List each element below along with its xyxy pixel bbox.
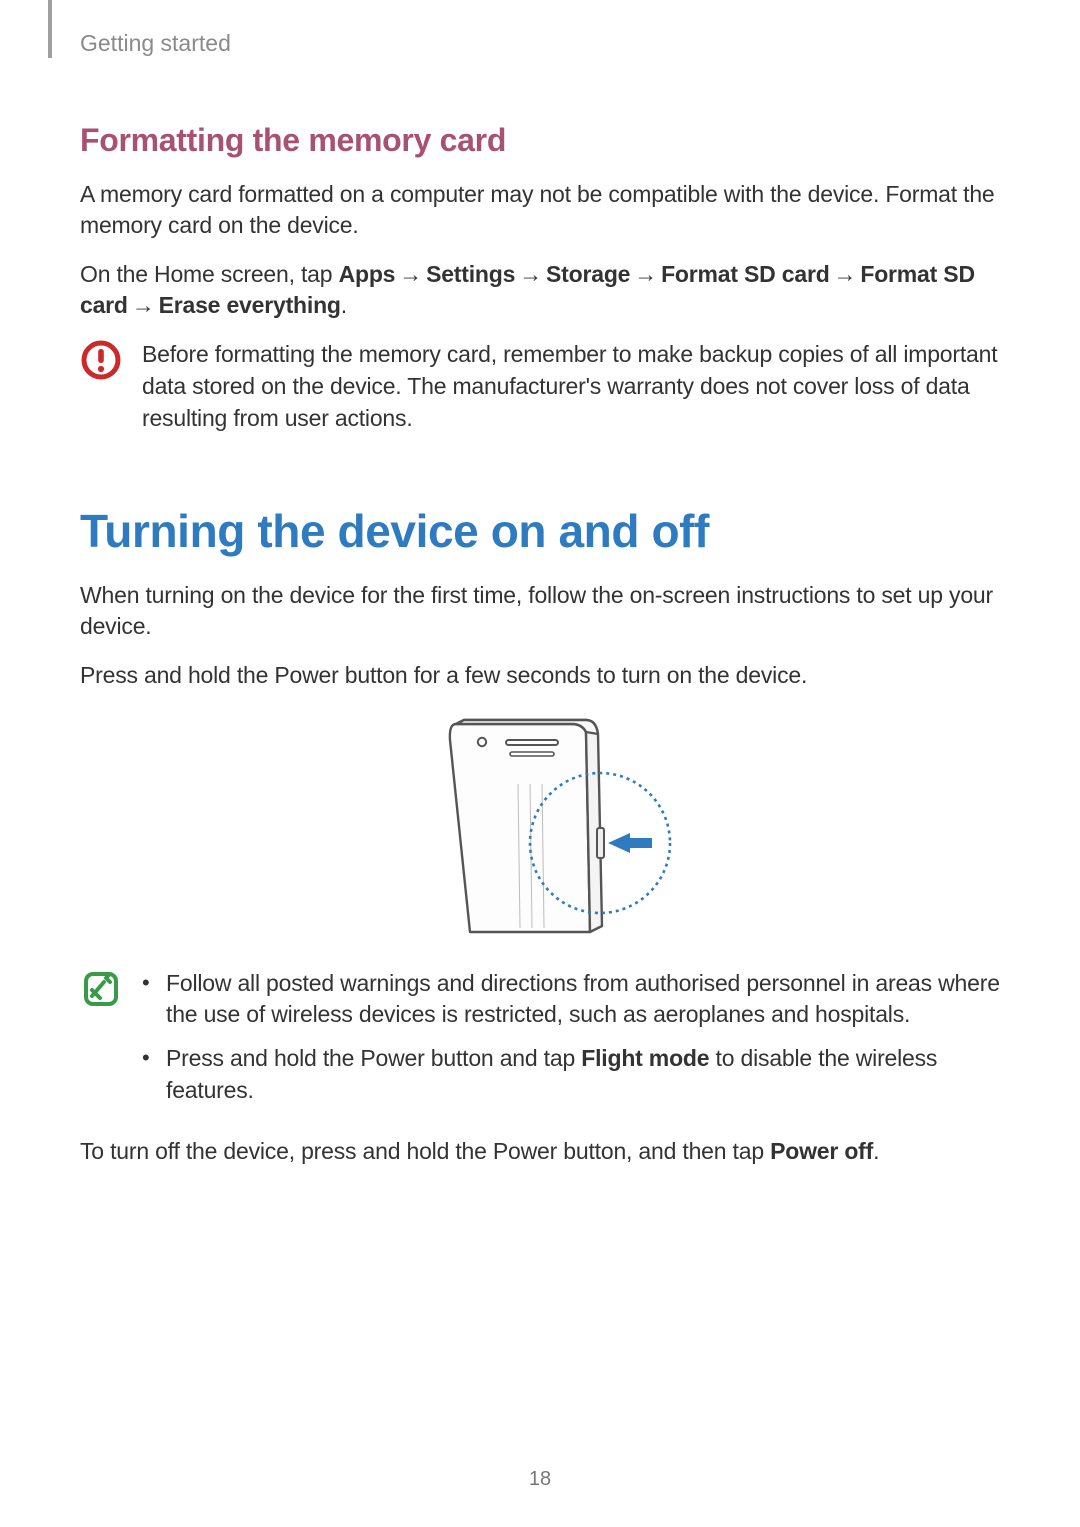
section-breadcrumb: Getting started bbox=[80, 30, 231, 57]
header-accent-bar bbox=[48, 0, 52, 58]
arrow-icon: → bbox=[515, 259, 546, 290]
page-number: 18 bbox=[0, 1468, 1080, 1491]
paragraph: A memory card formatted on a computer ma… bbox=[80, 179, 1000, 241]
ui-label: Flight mode bbox=[581, 1045, 709, 1071]
paragraph: To turn off the device, press and hold t… bbox=[80, 1136, 1000, 1167]
arrow-icon: → bbox=[128, 290, 159, 321]
ui-label: Power off bbox=[770, 1138, 873, 1164]
text: To turn off the device, press and hold t… bbox=[80, 1138, 770, 1164]
caution-icon bbox=[80, 339, 122, 434]
path-step: Apps bbox=[339, 261, 396, 287]
text: Press and hold the Power button and tap bbox=[166, 1045, 581, 1071]
instruction-path: On the Home screen, tap Apps→Settings→St… bbox=[80, 259, 1000, 321]
subsection-heading: Formatting the memory card bbox=[80, 122, 1000, 159]
text: . bbox=[341, 292, 347, 318]
arrow-icon: → bbox=[395, 259, 426, 290]
note-callout: Follow all posted warnings and direction… bbox=[80, 968, 1000, 1119]
note-item: Press and hold the Power button and tap … bbox=[142, 1043, 1000, 1106]
arrow-icon: → bbox=[830, 259, 861, 290]
note-icon bbox=[80, 968, 122, 1119]
arrow-icon: → bbox=[630, 259, 661, 290]
path-step: Storage bbox=[546, 261, 630, 287]
path-step: Format SD card bbox=[661, 261, 829, 287]
path-step: Settings bbox=[426, 261, 515, 287]
paragraph: Press and hold the Power button for a fe… bbox=[80, 660, 1000, 691]
paragraph: When turning on the device for the first… bbox=[80, 580, 1000, 642]
device-power-figure bbox=[80, 710, 1000, 940]
text: . bbox=[873, 1138, 879, 1164]
text: On the Home screen, tap bbox=[80, 261, 339, 287]
caution-callout: Before formatting the memory card, remem… bbox=[80, 339, 1000, 434]
path-step: Erase everything bbox=[159, 292, 341, 318]
section-heading: Turning the device on and off bbox=[80, 504, 1000, 558]
note-item: Follow all posted warnings and direction… bbox=[142, 968, 1000, 1031]
caution-text: Before formatting the memory card, remem… bbox=[142, 339, 1000, 434]
